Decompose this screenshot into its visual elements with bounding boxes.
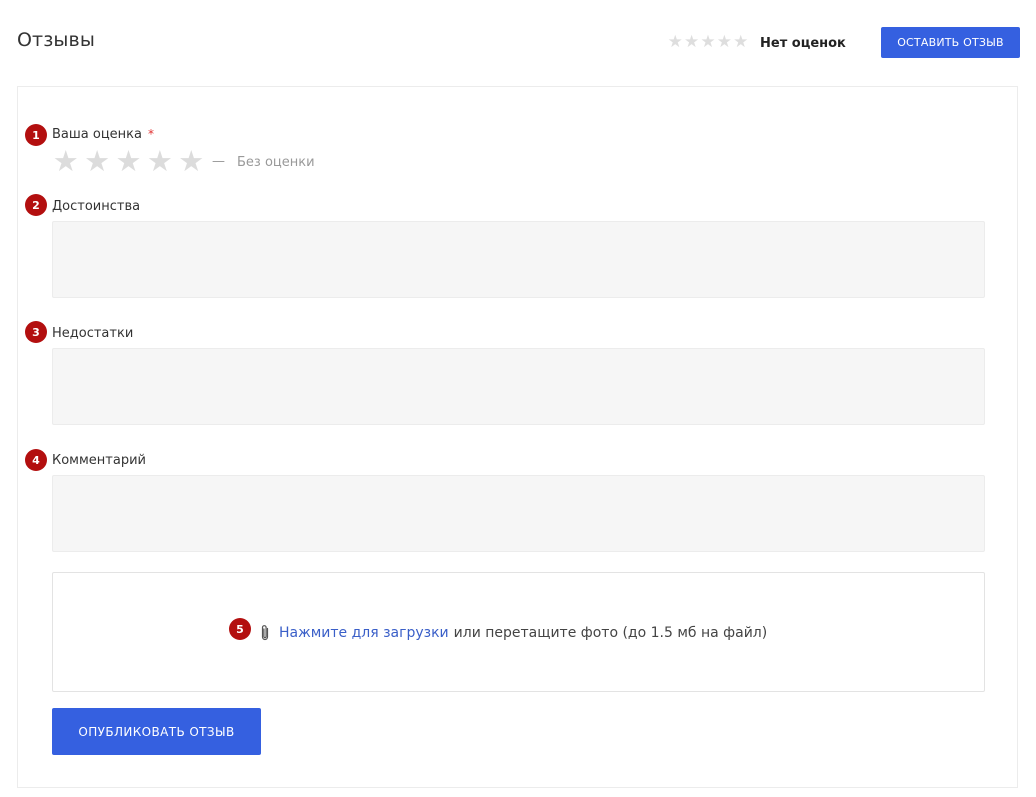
cons-label: Недостатки (52, 326, 134, 341)
upload-link[interactable]: Нажмите для загрузки (279, 625, 449, 641)
rating-summary-text: Нет оценок (760, 36, 846, 51)
upload-hint-text: или перетащите фото (до 1.5 мб на файл) (453, 625, 768, 641)
rating-star-5[interactable]: ★ (176, 146, 207, 176)
summary-rating-stars: ★ ★ ★ ★ ★ (667, 34, 749, 51)
rating-label-text: Ваша оценка (52, 127, 142, 142)
comment-label: Комментарий (52, 453, 146, 468)
step-badge: 3 (25, 321, 47, 343)
cons-field[interactable] (52, 348, 985, 425)
star-icon: ★ (716, 32, 732, 52)
step-badge: 2 (25, 194, 47, 216)
rating-star-3[interactable]: ★ (113, 146, 144, 176)
paperclip-icon (258, 624, 272, 642)
step-badge: 5 (229, 618, 251, 640)
pros-label: Достоинства (52, 199, 141, 214)
leave-review-button[interactable]: ОСТАВИТЬ ОТЗЫВ (881, 27, 1020, 58)
rating-label: Ваша оценка * (52, 127, 154, 142)
step-badge: 4 (25, 449, 47, 471)
rating-star-4[interactable]: ★ (144, 146, 175, 176)
publish-review-button[interactable]: ОПУБЛИКОВАТЬ ОТЗЫВ (52, 708, 261, 755)
rating-value-text: Без оценки (237, 155, 315, 170)
required-mark: * (148, 127, 154, 141)
star-icon: ★ (733, 32, 749, 52)
star-icon: ★ (683, 32, 700, 52)
rating-star-1[interactable]: ★ (50, 146, 81, 176)
upload-instructions: Нажмите для загрузки или перетащите фото… (258, 624, 767, 642)
comment-field[interactable] (52, 475, 985, 552)
rating-dash: — (212, 154, 225, 169)
pros-field[interactable] (52, 221, 985, 298)
rating-input: ★ ★ ★ ★ ★ (50, 146, 207, 176)
step-badge: 1 (25, 124, 47, 146)
star-icon: ★ (700, 32, 716, 52)
rating-star-2[interactable]: ★ (81, 146, 112, 176)
page-title: Отзывы (17, 29, 95, 51)
star-icon: ★ (667, 32, 683, 52)
